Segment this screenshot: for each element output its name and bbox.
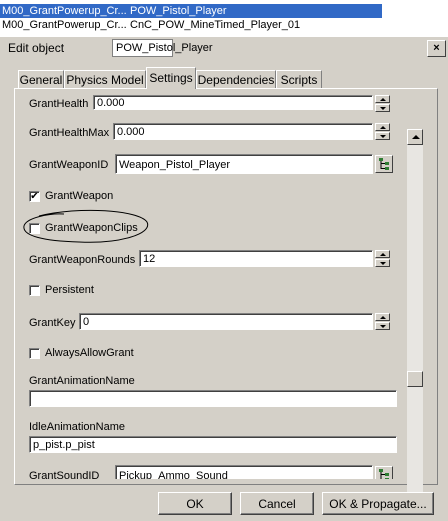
list-row-selected[interactable]: M00_GrantPowerup_Cr... POW_Pistol_Player (0, 4, 382, 18)
grant-weapon-label: GrantWeapon (45, 190, 114, 202)
grant-key-field[interactable]: 0 (79, 313, 373, 330)
checkmark-icon: ✔ (30, 191, 39, 202)
grant-health-max-field[interactable]: 0.000 (113, 123, 373, 140)
tab-physics-model[interactable]: Physics Model (64, 70, 146, 89)
browse-button[interactable] (375, 155, 393, 173)
close-button[interactable]: × (427, 40, 446, 57)
ok-propagate-button[interactable]: OK & Propagate... (322, 492, 434, 515)
grant-sound-id-field[interactable]: Pickup_Ammo_Sound (115, 465, 373, 479)
grant-health-label: GrantHealth (29, 98, 89, 110)
grant-health-field[interactable]: 0.000 (93, 95, 373, 110)
grant-health-max-spinner[interactable] (375, 123, 390, 140)
always-allow-grant-label: AlwaysAllowGrant (45, 347, 134, 359)
ok-button[interactable]: OK (158, 492, 232, 515)
browse-button[interactable] (375, 466, 393, 479)
grant-health-max-label: GrantHealthMax (29, 127, 110, 139)
spin-up-button[interactable] (375, 123, 390, 131)
dialog-title: Edit object (8, 41, 65, 55)
tree-browse-icon (379, 469, 389, 479)
vertical-scrollbar[interactable] (407, 129, 423, 513)
spin-down-button[interactable] (375, 132, 390, 140)
spin-down-button[interactable] (375, 259, 390, 267)
grant-weapon-checkbox[interactable]: ✔ (29, 191, 40, 202)
grant-weapon-id-label: GrantWeaponID (29, 159, 109, 171)
up-arrow-icon (412, 135, 420, 139)
down-arrow-icon (380, 325, 386, 328)
up-arrow-icon (380, 253, 386, 256)
tab-dependencies[interactable]: Dependencies (196, 70, 276, 89)
background-object-list: M00_GrantPowerup_Cr... POW_Pistol_Player… (0, 0, 448, 36)
up-arrow-icon (380, 316, 386, 319)
settings-scroll-area: GrantHealth 0.000 GrantHealthMax 0.000 G… (19, 93, 417, 479)
annotation-circle (23, 209, 149, 243)
idle-animation-name-label: IdleAnimationName (29, 421, 125, 433)
spin-up-button[interactable] (375, 313, 390, 321)
down-arrow-icon (380, 107, 386, 110)
scroll-up-button[interactable] (407, 129, 423, 145)
tab-settings[interactable]: Settings (146, 67, 196, 89)
grant-key-label: GrantKey (29, 317, 76, 329)
spin-up-button[interactable] (375, 250, 390, 258)
grant-weapon-id-field[interactable]: Weapon_Pistol_Player (115, 154, 373, 174)
grant-animation-name-field[interactable] (29, 390, 397, 407)
object-name-field: POW_Pistol_Player (112, 39, 213, 57)
grant-key-spinner[interactable] (375, 313, 390, 330)
spin-down-button[interactable] (375, 322, 390, 330)
up-arrow-icon (380, 98, 386, 101)
grant-weapon-rounds-spinner[interactable] (375, 250, 390, 267)
grant-weapon-rounds-field[interactable]: 12 (139, 250, 373, 267)
cancel-button[interactable]: Cancel (240, 492, 314, 515)
up-arrow-icon (380, 126, 386, 129)
spin-up-button[interactable] (375, 95, 390, 103)
down-arrow-icon (380, 262, 386, 265)
list-cell-script: M00_GrantPowerup_Cr... (2, 19, 127, 31)
dialog-title-bar: Edit object POW_Pistol_Player × (0, 37, 448, 59)
grant-sound-id-label: GrantSoundID (29, 470, 100, 479)
persistent-label: Persistent (45, 284, 94, 296)
tree-browse-icon (379, 158, 389, 170)
edit-object-dialog: Edit object POW_Pistol_Player × General … (0, 36, 448, 521)
always-allow-grant-checkbox[interactable] (29, 348, 40, 359)
grant-health-spinner[interactable] (375, 95, 390, 112)
list-cell-object: POW_Pistol_Player (130, 5, 227, 17)
list-cell-script: M00_GrantPowerup_Cr... (2, 5, 127, 17)
grant-animation-name-label: GrantAnimationName (29, 375, 135, 387)
down-arrow-icon (380, 135, 386, 138)
tab-scripts[interactable]: Scripts (276, 70, 322, 89)
settings-panel: GrantHealth 0.000 GrantHealthMax 0.000 G… (14, 88, 438, 513)
list-cell-object: CnC_POW_MineTimed_Player_01 (130, 19, 301, 31)
close-icon: × (433, 42, 440, 54)
grant-weapon-rounds-label: GrantWeaponRounds (29, 254, 136, 266)
idle-animation-name-field[interactable]: p_pist.p_pist (29, 436, 397, 453)
persistent-checkbox[interactable] (29, 285, 40, 296)
tab-general[interactable]: General (18, 70, 64, 89)
scroll-thumb[interactable] (407, 371, 423, 387)
spin-down-button[interactable] (375, 104, 390, 112)
